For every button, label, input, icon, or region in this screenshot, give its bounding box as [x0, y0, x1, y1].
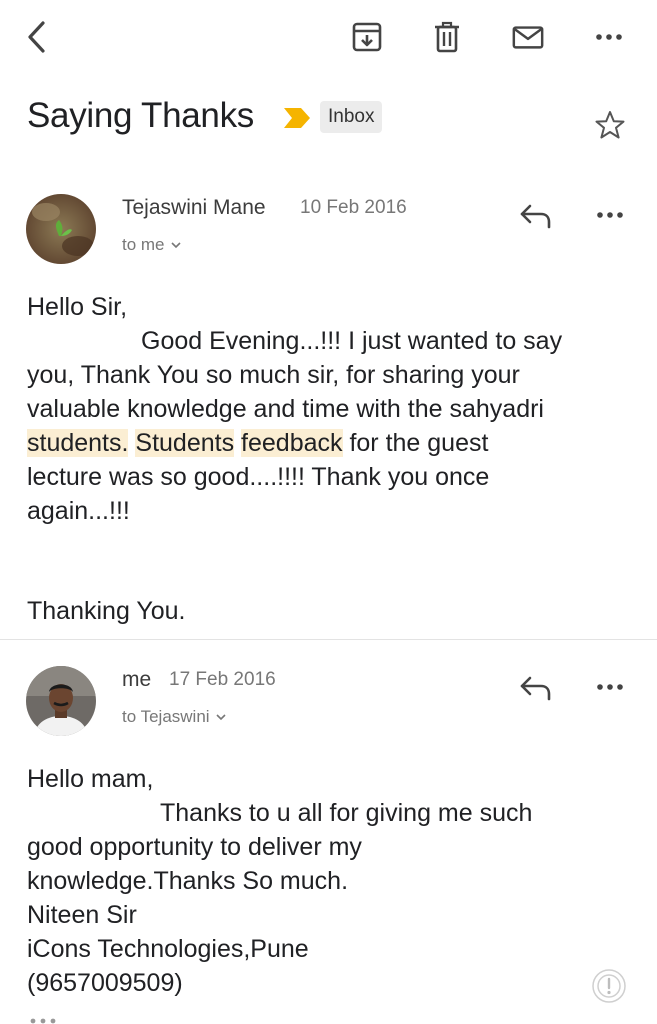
mark-unread-button[interactable] — [511, 20, 545, 54]
sender-avatar[interactable] — [26, 666, 96, 736]
back-button[interactable] — [20, 20, 54, 54]
recipient-label: to me — [122, 235, 165, 254]
sender-name: Tejaswini Mane — [122, 196, 266, 219]
recipient-details[interactable]: to Tejaswini — [122, 707, 226, 727]
label-badge: Inbox — [320, 101, 383, 133]
sender-avatar[interactable] — [26, 194, 96, 264]
body-line: you, Thank You so much sir, for sharing … — [27, 361, 520, 389]
body-line: valuable knowledge and time with the sah… — [27, 395, 544, 423]
recipient-details[interactable]: to me — [122, 235, 181, 255]
body-line: (9657009509) — [27, 969, 183, 997]
body-text-segment: for the guest — [342, 429, 489, 457]
email-subject: Saying Thanks — [27, 96, 254, 135]
body-line: students. Students feedback for the gues… — [27, 426, 488, 460]
show-trimmed-content-icon[interactable] — [27, 1017, 61, 1024]
reply-icon[interactable] — [519, 674, 553, 702]
archive-button[interactable] — [350, 20, 384, 54]
importance-marker-icon[interactable] — [282, 106, 312, 130]
more-horizontal-icon[interactable] — [593, 675, 627, 699]
body-line: lecture was so good....!!!! Thank you on… — [27, 463, 490, 491]
recipient-label: to Tejaswini — [122, 707, 210, 726]
delete-button[interactable] — [430, 20, 464, 54]
body-line: iCons Technologies,Pune — [27, 935, 309, 963]
body-line: Hello Sir, — [27, 293, 128, 321]
search-highlight: feedback — [241, 429, 343, 457]
message-date: 17 Feb 2016 — [169, 669, 276, 690]
body-line: Thanking You. — [27, 597, 186, 625]
avatar-image — [26, 194, 96, 264]
trash-icon — [435, 21, 459, 53]
message-divider — [0, 639, 657, 640]
search-highlight: Students — [135, 429, 235, 457]
chevron-down-icon — [216, 714, 226, 721]
body-line: again...!!! — [27, 497, 130, 525]
star-icon[interactable] — [594, 109, 626, 141]
reply-icon[interactable] — [519, 202, 553, 230]
search-highlight: students. — [27, 429, 129, 457]
chevron-left-icon — [28, 21, 45, 53]
body-line: Good Evening...!!! I just wanted to say — [141, 327, 563, 355]
message-date: 10 Feb 2016 — [300, 197, 407, 218]
more-options-button[interactable] — [592, 20, 626, 54]
body-line: knowledge.Thanks So much. — [27, 867, 349, 895]
avatar-image — [26, 666, 96, 736]
sender-name: me — [122, 668, 152, 691]
body-line: Niteen Sir — [27, 901, 137, 929]
more-horizontal-icon[interactable] — [593, 203, 627, 227]
mail-icon — [512, 26, 544, 49]
alert-indicator-icon[interactable] — [591, 968, 627, 1004]
body-line: Thanks to u all for giving me such — [160, 799, 533, 827]
chevron-down-icon — [170, 242, 181, 249]
body-line: good opportunity to deliver my — [27, 833, 362, 861]
more-horizontal-icon — [596, 34, 622, 40]
body-line: Hello mam, — [27, 765, 154, 793]
archive-icon — [352, 22, 382, 52]
